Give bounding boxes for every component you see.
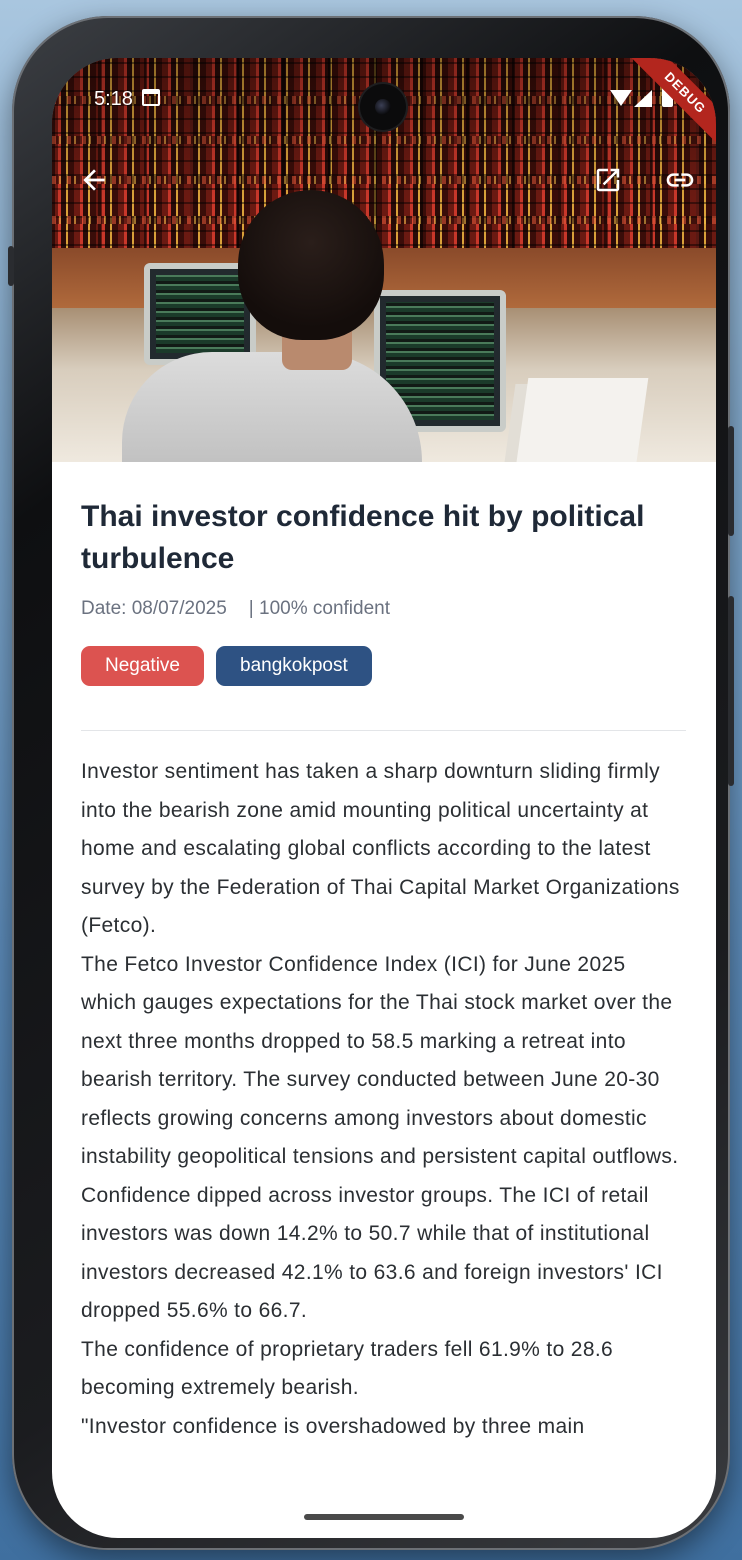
article-title: Thai investor confidence hit by politica… bbox=[81, 500, 645, 575]
status-time: 5:18 bbox=[94, 88, 133, 110]
article-content: Thai investor confidence hit by politica… bbox=[81, 462, 687, 1446]
app-screen: 5:18 DEBUG Thai investor confidence hit … bbox=[52, 58, 716, 1538]
front-camera bbox=[360, 84, 406, 130]
article-confidence: | 100% confident bbox=[248, 598, 390, 619]
arrow-left-icon bbox=[83, 169, 105, 191]
calendar-icon bbox=[142, 89, 160, 106]
phone-volume-button bbox=[728, 426, 734, 536]
home-indicator[interactable] bbox=[304, 1514, 464, 1520]
divider bbox=[81, 730, 686, 731]
sentiment-tag[interactable]: Negative bbox=[81, 646, 204, 686]
phone-side-button bbox=[8, 246, 14, 286]
article-tags: Negative bangkokpost bbox=[81, 646, 687, 686]
phone-power-button bbox=[728, 596, 734, 786]
board-row bbox=[52, 216, 716, 224]
signal-icon bbox=[634, 90, 652, 107]
copy-link-button[interactable] bbox=[658, 158, 702, 202]
open-in-new-icon bbox=[596, 168, 620, 192]
wifi-icon bbox=[610, 90, 632, 106]
article-date: Date: 08/07/2025 bbox=[81, 598, 227, 619]
status-bar: 5:18 DEBUG bbox=[52, 58, 716, 156]
article-body: Investor sentiment has taken a sharp dow… bbox=[81, 760, 680, 1438]
phone-frame: 5:18 DEBUG Thai investor confidence hit … bbox=[8, 16, 734, 1550]
article-meta: Date: 08/07/2025 | 100% confident bbox=[81, 598, 687, 620]
source-tag[interactable]: bangkokpost bbox=[216, 646, 372, 686]
back-button[interactable] bbox=[72, 158, 116, 202]
link-icon bbox=[666, 173, 694, 187]
open-external-button[interactable] bbox=[586, 158, 630, 202]
papers bbox=[515, 378, 649, 462]
person-head bbox=[238, 190, 384, 340]
